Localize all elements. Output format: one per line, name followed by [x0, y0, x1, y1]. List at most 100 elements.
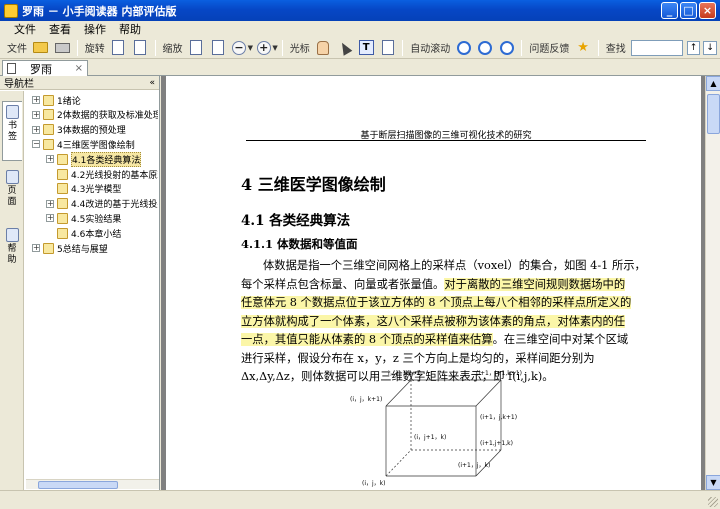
bookmark-node-icon [43, 242, 54, 254]
print-button[interactable] [53, 39, 70, 57]
tab-help[interactable]: 帮助 [2, 225, 22, 277]
tree-item-label: 4.3光学模型 [71, 185, 122, 196]
zoom-in-button[interactable]: + [255, 39, 272, 57]
text-tool-button[interactable]: T [358, 39, 375, 57]
open-button[interactable] [32, 39, 49, 57]
collapse-sidebar-button[interactable]: « [149, 78, 155, 88]
close-tab-icon[interactable]: × [75, 63, 83, 74]
maximize-button[interactable]: □ [680, 2, 697, 19]
expand-node-icon[interactable]: + [32, 244, 40, 252]
tree-item[interactable]: +4.4改进的基于光线投射的 [46, 197, 158, 211]
zoom-out-button[interactable]: − [230, 39, 247, 57]
document-tab[interactable]: 罗雨 × [2, 60, 88, 76]
bookmark-node-icon [57, 212, 68, 224]
tree-item[interactable]: 4.6本章小结 [46, 226, 121, 240]
feedback-button[interactable]: ★ [574, 39, 591, 57]
select-tool-button[interactable] [336, 39, 353, 57]
text-run: 。在三维空间中对某个区域 [492, 333, 629, 346]
minimize-button[interactable]: _ [661, 2, 678, 19]
tree-item[interactable]: 4.3光学模型 [46, 182, 121, 196]
expand-node-icon[interactable]: + [32, 96, 40, 104]
autoscroll-group-label: 自动滚动 [410, 44, 451, 55]
menu-action[interactable]: 操作 [84, 21, 106, 37]
rotate-left-button[interactable] [110, 39, 127, 57]
navigation-sidebar: 导航栏 « 书签 页面 帮助 +1绪论 +2体数据的获取及标准处理 +3体数据的预处… [0, 76, 160, 490]
sidebar-title: 导航栏 [4, 79, 34, 90]
tree-item-label: 2体数据的获取及标准处理 [57, 111, 158, 122]
find-next-button[interactable]: ↓ [703, 40, 717, 55]
toolbar-separator [597, 39, 599, 56]
highlighted-text: 对于离散的三维空间规则数据场中的 [444, 277, 626, 291]
tree-item[interactable]: +4.1各类经典算法 [46, 151, 142, 167]
expand-node-icon[interactable]: + [46, 214, 54, 223]
tree-item-label: 1绪论 [57, 96, 81, 107]
toolbar: 文件 旋转 缩放 − ▼ + ▼ 光标 T 自动滚动 问题反馈 ★ 查找 ↑ ↓ [0, 37, 720, 59]
figure-label: (i+1，j，k) [458, 462, 491, 469]
scrollbar-thumb[interactable] [707, 94, 720, 134]
figure-label: (i，j，k) [362, 480, 386, 487]
fit-page-button[interactable] [188, 39, 205, 57]
highlighted-text: 一点，其值只能从体素的 8 个顶点的采样值来估算 [241, 333, 493, 346]
autoscroll-add-button[interactable] [498, 39, 515, 57]
title-bar: 罗雨 － 小手阅读器 内部评估版 _ □ × [0, 0, 720, 21]
body-line: 体数据是指一个三维空间网格上的采样点（voxel）的集合，如图 4-1 所示， [241, 257, 651, 274]
tree-item[interactable]: 4.2光线投射的基本原理 [46, 167, 158, 181]
tree-item-label: 4.2光线投射的基本原理 [71, 170, 158, 181]
bookmark-tree: +1绪论 +2体数据的获取及标准处理 +3体数据的预处理 −4三维医学图像绘制 +4.1… [26, 92, 158, 472]
bookmark-node-icon [43, 109, 54, 121]
cube-diagram [385, 379, 502, 477]
find-prev-button[interactable]: ↑ [686, 40, 701, 55]
expand-node-icon[interactable]: + [32, 110, 40, 119]
scroll-up-button[interactable]: ▲ [706, 76, 720, 91]
toolbar-separator [281, 39, 283, 56]
tree-item[interactable]: +1绪论 [32, 93, 81, 107]
collapse-node-icon[interactable]: − [32, 140, 40, 149]
fit-page-icon [190, 40, 203, 55]
autoscroll-button[interactable] [455, 39, 472, 57]
tree-item[interactable]: +2体数据的获取及标准处理 [32, 108, 158, 122]
figure-label: i，j+1,k+1 [388, 370, 421, 377]
close-button[interactable]: × [699, 2, 716, 19]
menu-file[interactable]: 文件 [14, 21, 36, 37]
text-run: 每个采样点包含标量、向量或者张量值。 [241, 277, 445, 291]
figure-label: (i，j+1，k) [414, 434, 447, 441]
chevron-down-icon[interactable]: ▼ [272, 44, 277, 52]
help-icon [5, 228, 19, 242]
fit-width-button[interactable] [209, 39, 226, 57]
body-line: 任意体元 8 个数据点位于该立方体的 8 个顶点上每八个相邻的采样点所定义的 [241, 294, 651, 311]
resize-grip-icon[interactable] [708, 497, 718, 507]
tree-item[interactable]: +3体数据的预处理 [32, 123, 126, 137]
find-input[interactable] [630, 39, 683, 56]
bookmark-node-icon [43, 94, 54, 106]
subsection-title: 4.1.1 体数据和等值面 [241, 237, 358, 251]
tab-pages[interactable]: 页面 [2, 167, 22, 219]
autoscroll-settings-button[interactable] [477, 39, 494, 57]
menu-help[interactable]: 帮助 [119, 21, 141, 37]
hand-tool-button[interactable] [315, 39, 332, 57]
tree-item[interactable]: − 4三维医学图像绘制 [32, 137, 135, 151]
tree-item-label: 4.6本章小结 [71, 229, 122, 240]
tree-item[interactable]: +5总结与展望 [32, 241, 108, 255]
voxel-cube-figure: i，j+1,k+1 (i+1，j+1,k+1) (i，j，k+1) (i+1，j… [350, 368, 536, 490]
tree-item[interactable]: +4.5实验结果 [46, 211, 121, 225]
expand-node-icon[interactable]: + [46, 199, 54, 208]
tree-item-label: 4.1各类经典算法 [71, 151, 142, 167]
expand-node-icon[interactable]: + [46, 155, 54, 164]
scroll-down-button[interactable]: ▼ [706, 475, 720, 490]
menu-view[interactable]: 查看 [49, 21, 71, 37]
bookmark-node-icon [57, 153, 68, 165]
bookmark-node-icon [57, 183, 68, 195]
clock-settings-icon [478, 40, 493, 55]
snapshot-button[interactable] [379, 39, 396, 57]
text-run: 进行采样，假设分布在 x，y，z 三个方向上是均匀的，采样间距分别为 [241, 351, 595, 365]
folder-icon [33, 42, 49, 53]
tab-bookmarks[interactable]: 书签 [2, 101, 22, 161]
bookmark-node-icon [57, 198, 68, 210]
rotate-right-button[interactable] [131, 39, 148, 57]
toolbar-separator [76, 39, 78, 56]
expand-node-icon[interactable]: + [32, 125, 40, 134]
document-vertical-scrollbar[interactable]: ▲ ▼ [705, 76, 720, 490]
scrollbar-thumb[interactable] [38, 481, 118, 489]
chevron-down-icon[interactable]: ▼ [248, 44, 253, 52]
sidebar-horizontal-scrollbar[interactable] [26, 479, 159, 489]
